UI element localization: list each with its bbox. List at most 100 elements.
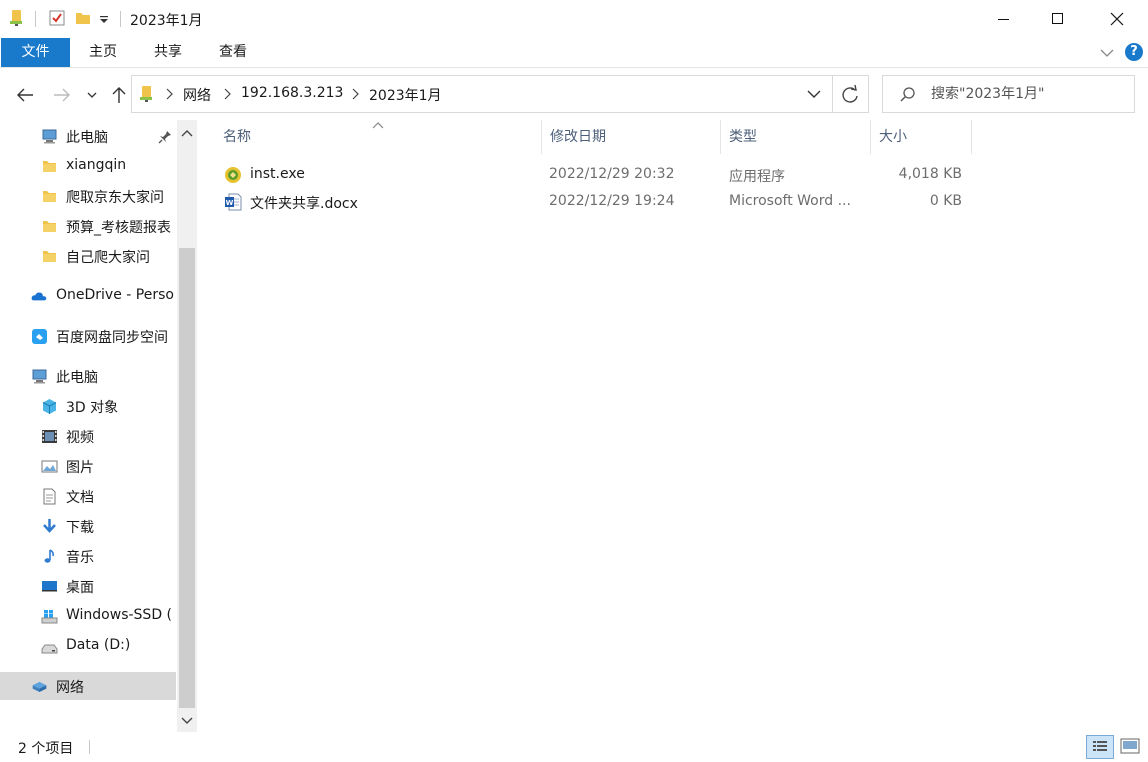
details-view-button[interactable]: [1086, 735, 1114, 759]
folder-icon: [41, 218, 58, 235]
sidebar-item[interactable]: 下载: [0, 512, 176, 540]
drive-icon: [41, 638, 58, 655]
sidebar-item[interactable]: 爬取京东大家问: [0, 182, 176, 210]
search-box[interactable]: [882, 75, 1135, 113]
chevron-right-icon[interactable]: [163, 86, 175, 102]
minimize-button[interactable]: [975, 0, 1033, 38]
scrollbar-thumb[interactable]: [179, 248, 195, 708]
sidebar-scrollbar[interactable]: [177, 120, 197, 732]
customize-toolbar-icon[interactable]: [98, 9, 110, 27]
sidebar-item[interactable]: 文档: [0, 482, 176, 510]
breadcrumb-folder[interactable]: 2023年1月: [369, 85, 442, 105]
navigation-bar: 网络 192.168.3.213 2023年1月: [0, 68, 1148, 120]
sidebar-item[interactable]: Data (D:): [0, 632, 176, 660]
sidebar-item-label: 桌面: [66, 580, 94, 596]
network-folder-icon[interactable]: [8, 9, 26, 27]
windows-drive-icon: [41, 608, 58, 625]
sidebar-item-label: 此电脑: [56, 370, 98, 386]
file-size: 4,018 KB: [898, 166, 962, 182]
forward-button[interactable]: [51, 84, 73, 106]
exe-icon: [224, 166, 242, 184]
new-folder-icon[interactable]: [74, 9, 92, 27]
onedrive-icon: [31, 288, 48, 305]
back-button[interactable]: [14, 84, 36, 106]
chevron-down-icon[interactable]: [1098, 44, 1116, 62]
breadcrumb-network[interactable]: 网络: [183, 85, 211, 105]
computer-icon: [31, 368, 48, 385]
item-count: 2 个项目: [18, 741, 74, 757]
folder-icon: [41, 158, 58, 175]
folder-icon: [41, 248, 58, 265]
sidebar-item-label: 3D 对象: [66, 400, 119, 416]
arrow-left-icon: [17, 88, 33, 102]
tab-file[interactable]: 文件: [1, 38, 70, 67]
download-icon: [41, 518, 58, 535]
sidebar-item-label: 爬取京东大家问: [66, 190, 164, 206]
maximize-button[interactable]: [1029, 0, 1087, 38]
minimize-icon: [998, 19, 1009, 20]
sidebar-item[interactable]: 网络: [0, 672, 176, 700]
sidebar-item[interactable]: 此电脑: [0, 362, 176, 390]
sidebar-item-label: 网络: [56, 680, 84, 696]
recent-locations-button[interactable]: [84, 84, 100, 106]
file-date: 2022/12/29 20:32: [549, 166, 675, 182]
chevron-up-icon[interactable]: [177, 124, 197, 144]
sidebar-item[interactable]: xiangqin: [0, 152, 176, 180]
maximize-icon: [1052, 13, 1063, 24]
sidebar-item[interactable]: OneDrive - Perso: [0, 282, 176, 310]
network-folder-icon: [140, 86, 152, 102]
chevron-down-icon[interactable]: [802, 84, 826, 104]
sidebar-item-label: Windows-SSD (: [66, 607, 173, 623]
sidebar-item-label: 自己爬大家问: [66, 250, 150, 266]
sidebar-item[interactable]: 3D 对象: [0, 392, 176, 420]
sidebar-item[interactable]: 百度网盘同步空间: [0, 322, 176, 350]
sidebar-item[interactable]: 音乐: [0, 542, 176, 570]
search-icon: [900, 87, 915, 102]
sidebar-item[interactable]: 桌面: [0, 572, 176, 600]
chevron-down-icon: [87, 92, 97, 98]
documents-icon: [41, 488, 58, 505]
title-bar: 2023年1月: [0, 0, 1148, 38]
arrow-up-icon: [112, 87, 126, 103]
chevron-right-icon[interactable]: [349, 86, 361, 102]
large-icons-view-button[interactable]: [1117, 735, 1143, 759]
file-row[interactable]: W 文件夹共享.docx 2022/12/29 19:24 Microsoft Wor…: [219, 189, 969, 216]
tab-view[interactable]: 查看: [200, 38, 266, 67]
breadcrumb-host[interactable]: 192.168.3.213: [241, 85, 343, 101]
help-icon[interactable]: ?: [1125, 43, 1143, 61]
up-button[interactable]: [108, 84, 130, 106]
navigation-pane: 此电脑 xiangqin 爬取京东大家问预算_考核题报表自己爬大家问 OneDrive…: [0, 120, 197, 732]
sidebar-item-label: OneDrive - Perso: [56, 287, 174, 303]
sidebar-item[interactable]: 视频: [0, 422, 176, 450]
cube-3d-icon: [41, 398, 58, 415]
properties-check-icon[interactable]: [48, 9, 66, 27]
sidebar-item[interactable]: 预算_考核题报表: [0, 212, 176, 240]
baidu-netdisk-icon: [31, 328, 48, 345]
sidebar-item[interactable]: 图片: [0, 452, 176, 480]
close-icon: [1110, 12, 1124, 26]
ribbon-tabs: 文件 主页 共享 查看 ?: [0, 38, 1148, 68]
close-button[interactable]: [1088, 0, 1146, 38]
sidebar-item[interactable]: Windows-SSD (: [0, 602, 176, 630]
file-row[interactable]: inst.exe 2022/12/29 20:32 应用程序 4,018 KB: [219, 162, 969, 189]
sidebar-item-label: xiangqin: [66, 157, 127, 173]
file-type: 应用程序: [729, 169, 785, 185]
address-bar[interactable]: 网络 192.168.3.213 2023年1月: [131, 75, 869, 113]
sidebar-item[interactable]: 自己爬大家问: [0, 242, 176, 270]
sidebar-item-label: 视频: [66, 430, 94, 446]
pin-icon[interactable]: [158, 130, 172, 144]
column-header-name[interactable]: 名称: [215, 120, 542, 154]
search-input[interactable]: [931, 84, 1126, 104]
sidebar-item[interactable]: 此电脑: [0, 122, 176, 150]
column-header-type[interactable]: 类型: [721, 120, 871, 154]
pictures-icon: [41, 458, 58, 475]
chevron-right-icon[interactable]: [221, 86, 233, 102]
chevron-down-icon[interactable]: [177, 710, 197, 730]
music-icon: [41, 548, 58, 565]
column-header-size[interactable]: 大小: [871, 120, 972, 154]
column-header-date[interactable]: 修改日期: [542, 120, 721, 154]
tab-home[interactable]: 主页: [70, 38, 136, 67]
separator: [120, 11, 121, 27]
tab-share[interactable]: 共享: [136, 38, 200, 67]
refresh-icon[interactable]: [838, 84, 862, 106]
